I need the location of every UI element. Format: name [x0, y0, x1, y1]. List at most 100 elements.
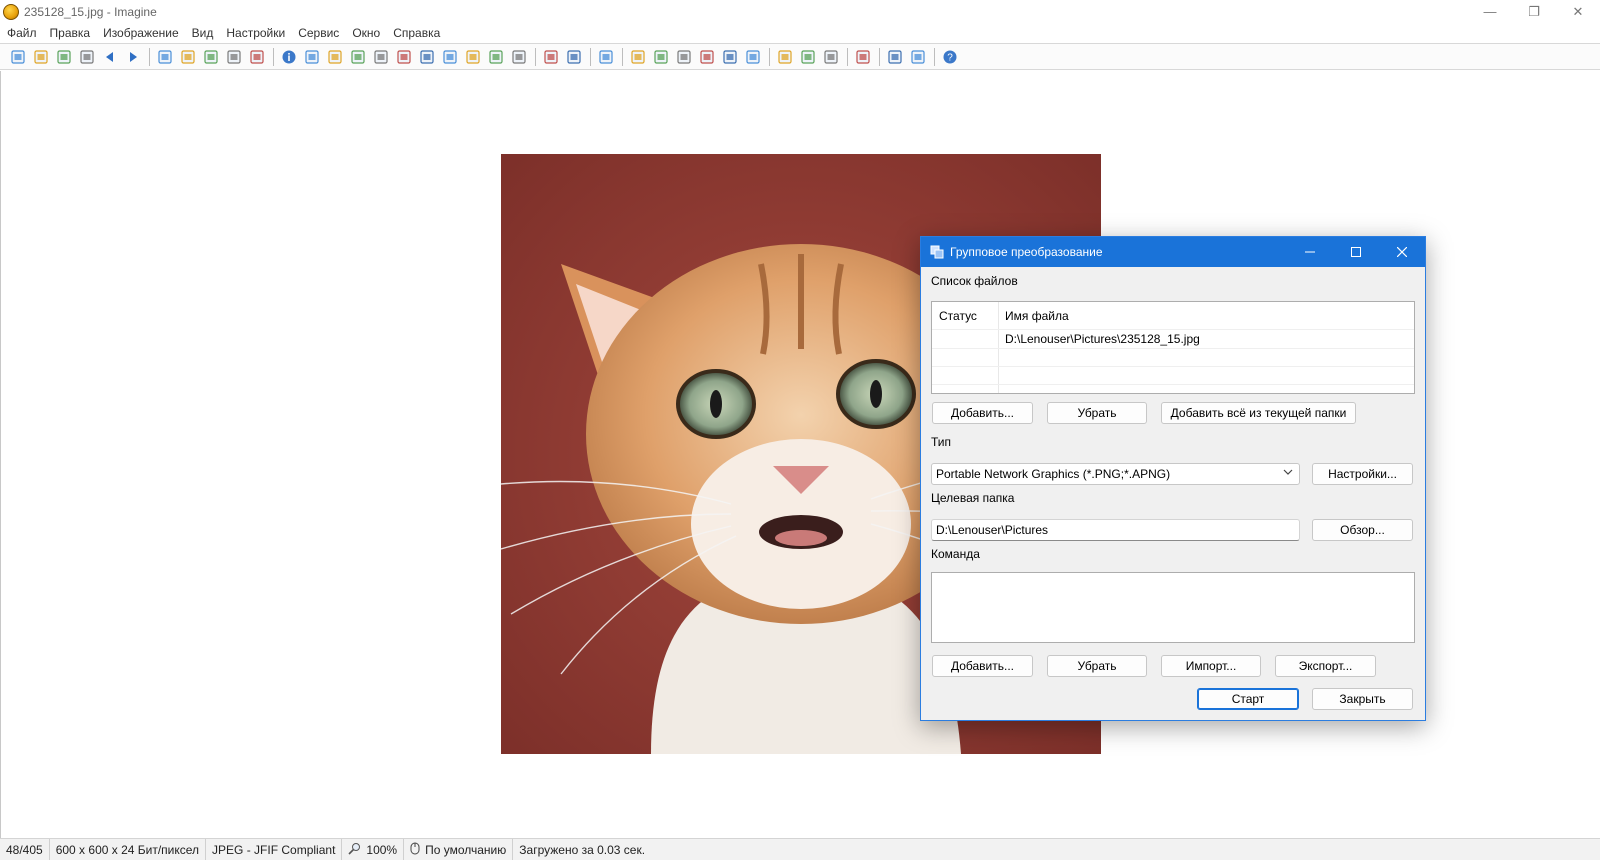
image-index: 48/405	[0, 838, 50, 860]
mouse-icon	[410, 842, 420, 858]
browse-button[interactable]: Обзор...	[1312, 519, 1413, 541]
title-bar: 235128_15.jpg - Imagine — ❐ ✕	[0, 0, 1600, 23]
refresh-icon[interactable]	[597, 48, 615, 66]
help-icon[interactable]: ?	[941, 48, 959, 66]
flip-icon[interactable]	[487, 48, 505, 66]
target-folder-label: Целевая папка	[931, 491, 1015, 505]
paste-icon[interactable]	[202, 48, 220, 66]
undo-icon[interactable]	[225, 48, 243, 66]
menu-help[interactable]: Справка	[393, 26, 440, 40]
command-label: Команда	[931, 547, 980, 561]
batch-convert-dialog: Групповое преобразование Список файлов С…	[920, 236, 1426, 721]
transform-icon[interactable]	[510, 48, 528, 66]
output-type-select[interactable]: Portable Network Graphics (*.PNG;*.APNG)	[931, 463, 1300, 485]
image-dimensions: 600 x 600 x 24 Бит/пиксел	[50, 838, 207, 860]
column-header-filename[interactable]: Имя файла	[1005, 309, 1069, 323]
add-file-button[interactable]: Добавить...	[932, 402, 1033, 424]
copy-icon[interactable]	[179, 48, 197, 66]
frame-icon[interactable]	[464, 48, 482, 66]
menu-view[interactable]: Вид	[192, 26, 214, 40]
resize-icon[interactable]	[349, 48, 367, 66]
prev-icon[interactable]	[101, 48, 119, 66]
zoom-in-icon[interactable]	[542, 48, 560, 66]
menu-file[interactable]: Файл	[7, 26, 37, 40]
remove-file-button[interactable]: Убрать	[1047, 402, 1147, 424]
remove-command-button[interactable]: Убрать	[1047, 655, 1147, 677]
menu-service[interactable]: Сервис	[298, 26, 339, 40]
magnifier-icon	[348, 842, 361, 858]
zoom-out-icon[interactable]	[565, 48, 583, 66]
file-list-row[interactable]: D:\Lenouser\Pictures\235128_15.jpg	[932, 330, 1414, 348]
toolbar-separator	[149, 47, 150, 66]
menu-window[interactable]: Окно	[352, 26, 380, 40]
tool-3-icon[interactable]	[675, 48, 693, 66]
print-icon[interactable]	[78, 48, 96, 66]
dialog-close-button[interactable]	[1379, 237, 1425, 267]
toolbar-separator	[879, 47, 880, 66]
row-divider	[932, 384, 1414, 385]
target-folder-value: D:\Lenouser\Pictures	[936, 523, 1049, 537]
view-1-icon[interactable]	[698, 48, 716, 66]
dialog-title: Групповое преобразование	[950, 245, 1103, 259]
menu-image[interactable]: Изображение	[103, 26, 179, 40]
file-list[interactable]: Статус Имя файла D:\Lenouser\Pictures\23…	[931, 301, 1415, 394]
cut-icon[interactable]	[156, 48, 174, 66]
target-folder-field[interactable]: D:\Lenouser\Pictures	[931, 519, 1300, 541]
menu-edit[interactable]: Правка	[50, 26, 91, 40]
restore-button[interactable]: ❐	[1512, 0, 1556, 23]
close-window-button[interactable]: ✕	[1556, 0, 1600, 23]
toolbar-separator	[535, 47, 536, 66]
rotate-icon[interactable]	[441, 48, 459, 66]
export-button[interactable]: Экспорт...	[1275, 655, 1376, 677]
settings-wrench-icon[interactable]	[854, 48, 872, 66]
row-divider	[932, 366, 1414, 367]
paint-icon[interactable]	[822, 48, 840, 66]
app-logo-icon	[3, 3, 19, 20]
add-all-from-folder-button[interactable]: Добавить всё из текущей папки	[1161, 402, 1356, 424]
batch-convert-icon[interactable]	[909, 48, 927, 66]
dialog-maximize-button[interactable]	[1333, 237, 1379, 267]
effects-icon[interactable]	[418, 48, 436, 66]
file-list-label: Список файлов	[931, 274, 1018, 288]
chevron-down-icon	[1283, 467, 1293, 480]
type-settings-button[interactable]: Настройки...	[1312, 463, 1413, 485]
view-3-icon[interactable]	[744, 48, 762, 66]
dialog-minimize-button[interactable]	[1287, 237, 1333, 267]
tool-2-icon[interactable]	[652, 48, 670, 66]
start-button[interactable]: Старт	[1197, 688, 1299, 710]
redo-icon[interactable]	[248, 48, 266, 66]
toolbar-separator	[590, 47, 591, 66]
view-2-icon[interactable]	[721, 48, 739, 66]
camera-icon[interactable]	[303, 48, 321, 66]
image-adjust-icon[interactable]	[395, 48, 413, 66]
add-command-button[interactable]: Добавить...	[932, 655, 1033, 677]
open-icon[interactable]	[32, 48, 50, 66]
thumbnails-icon[interactable]	[799, 48, 817, 66]
import-button[interactable]: Импорт...	[1161, 655, 1261, 677]
toolbar-separator	[847, 47, 848, 66]
next-icon[interactable]	[124, 48, 142, 66]
file-path: D:\Lenouser\Pictures\235128_15.jpg	[1005, 332, 1200, 346]
output-type-value: Portable Network Graphics (*.PNG;*.APNG)	[936, 467, 1171, 481]
dialog-window-controls	[1287, 237, 1425, 267]
menu-bar: Файл Правка Изображение Вид Настройки Се…	[0, 23, 1600, 42]
command-list[interactable]	[931, 572, 1415, 643]
window-controls: — ❐ ✕	[1468, 0, 1600, 23]
batch-icon[interactable]	[886, 48, 904, 66]
crop-icon[interactable]	[326, 48, 344, 66]
new-icon[interactable]	[9, 48, 27, 66]
toolbar-separator	[934, 47, 935, 66]
column-header-status[interactable]: Статус	[939, 309, 977, 323]
grayscale-icon[interactable]	[372, 48, 390, 66]
info-icon[interactable]	[280, 48, 298, 66]
toolbar-separator	[769, 47, 770, 66]
monitor-icon[interactable]	[776, 48, 794, 66]
menu-settings[interactable]: Настройки	[226, 26, 285, 40]
save-all-icon[interactable]	[55, 48, 73, 66]
tool-1-icon[interactable]	[629, 48, 647, 66]
row-divider	[932, 348, 1414, 349]
svg-text:?: ?	[947, 52, 953, 63]
close-dialog-button[interactable]: Закрыть	[1312, 688, 1413, 710]
minimize-button[interactable]: —	[1468, 0, 1512, 23]
type-label: Тип	[931, 435, 952, 449]
